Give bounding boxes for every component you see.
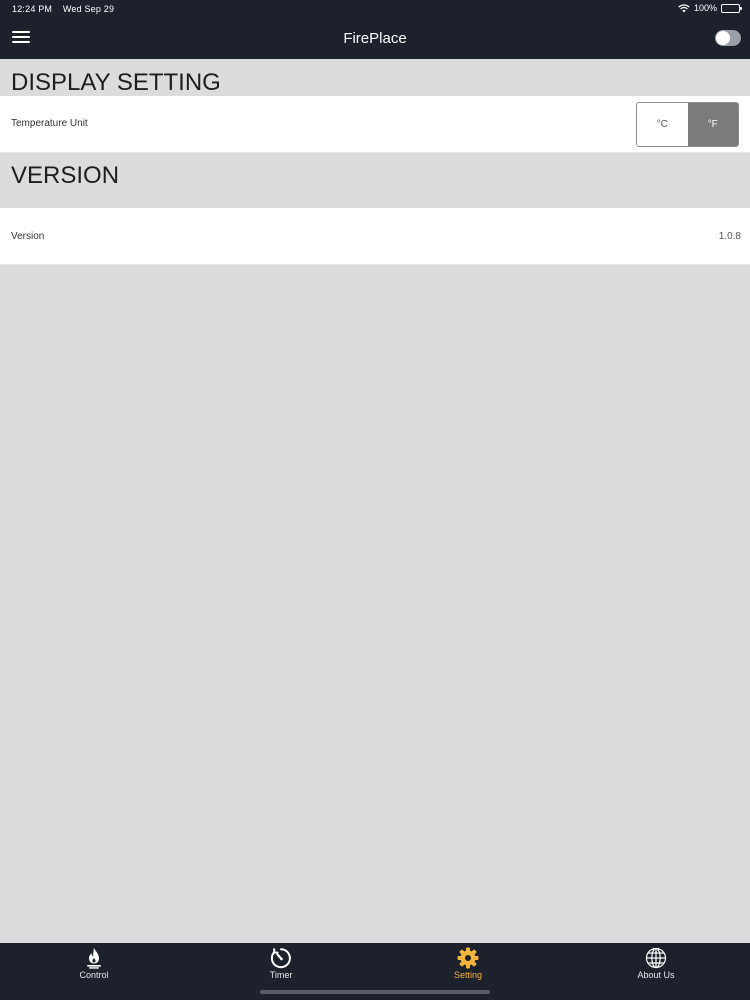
temperature-unit-row: Temperature Unit °C °F <box>0 96 750 153</box>
display-setting-header: DISPLAY SETTING <box>11 69 221 96</box>
home-indicator <box>260 990 490 994</box>
top-bar: 12:24 PM Wed Sep 29 100% FirePlace <box>0 0 750 59</box>
gear-icon <box>457 947 479 969</box>
tab-label-control: Control <box>79 970 109 980</box>
tab-label-timer: Timer <box>269 970 293 980</box>
tab-about-us[interactable]: About Us <box>611 947 701 980</box>
globe-icon <box>645 947 667 969</box>
timer-icon <box>270 948 291 969</box>
power-toggle[interactable] <box>715 30 741 46</box>
status-bar-left: 12:24 PM Wed Sep 29 <box>12 4 114 14</box>
version-row: Version 1.0.8 <box>0 208 750 265</box>
version-label: Version <box>11 231 45 242</box>
wifi-icon <box>678 3 690 12</box>
temperature-unit-selector[interactable]: °C °F <box>636 102 739 147</box>
toggle-knob <box>716 31 730 45</box>
version-header: VERSION <box>11 162 120 189</box>
tab-timer[interactable]: Timer <box>236 947 326 980</box>
status-time: 12:24 PM <box>12 4 53 14</box>
tab-control[interactable]: Control <box>49 947 139 980</box>
status-date: Wed Sep 29 <box>62 4 115 14</box>
tab-label-setting: Setting <box>453 970 483 980</box>
flame-icon <box>87 948 101 969</box>
fahrenheit-option[interactable]: °F <box>687 103 738 146</box>
tab-label-about-us: About Us <box>637 970 675 980</box>
celsius-option[interactable]: °C <box>637 103 688 146</box>
page-title: FirePlace <box>343 30 407 47</box>
battery-percent: 100% <box>693 3 717 13</box>
version-value: 1.0.8 <box>718 231 741 242</box>
temperature-unit-label: Temperature Unit <box>11 118 88 129</box>
battery-icon <box>721 3 742 13</box>
status-bar-right: 100% <box>678 3 742 13</box>
tab-setting[interactable]: Setting <box>423 947 513 980</box>
